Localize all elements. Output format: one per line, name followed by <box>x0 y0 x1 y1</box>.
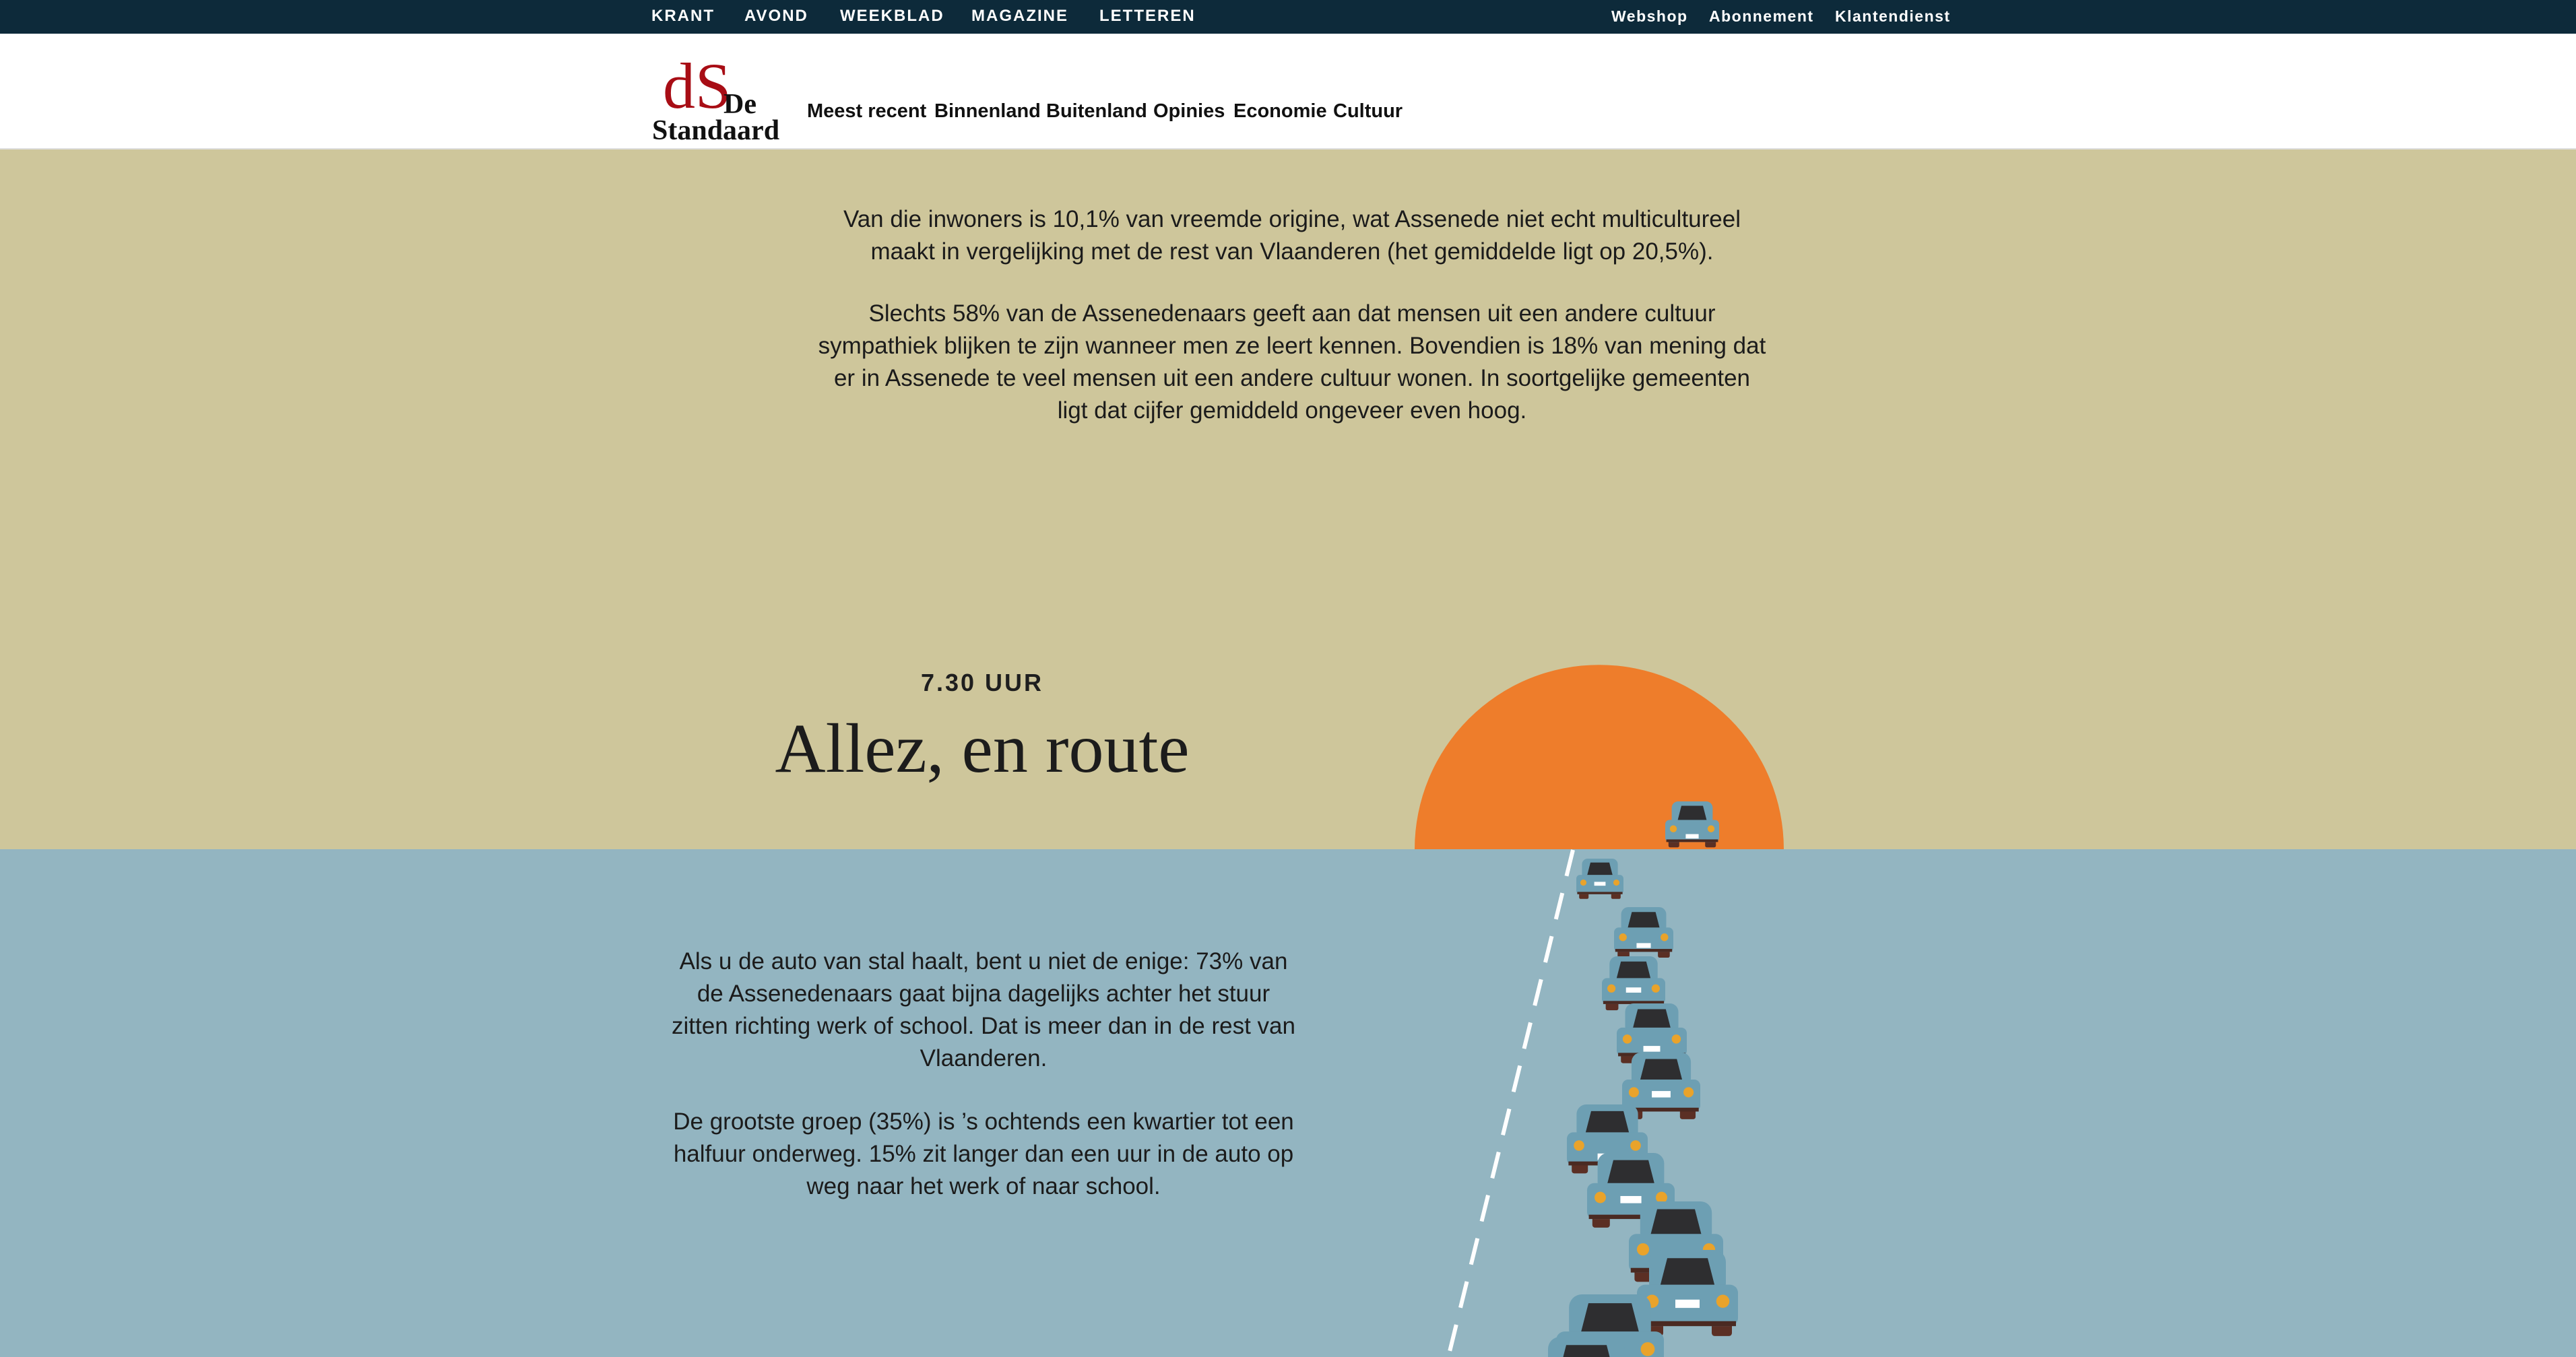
sun-icon <box>1415 665 1784 849</box>
car-icon <box>1665 801 1719 848</box>
car-icon <box>1576 859 1623 899</box>
car-icon <box>1637 1250 1738 1336</box>
traffic-illustration <box>1415 665 1784 1357</box>
road-line <box>1446 849 1575 1357</box>
car-column <box>1548 801 1738 1357</box>
car-icon <box>1602 956 1665 1011</box>
car-icon <box>1614 907 1673 958</box>
